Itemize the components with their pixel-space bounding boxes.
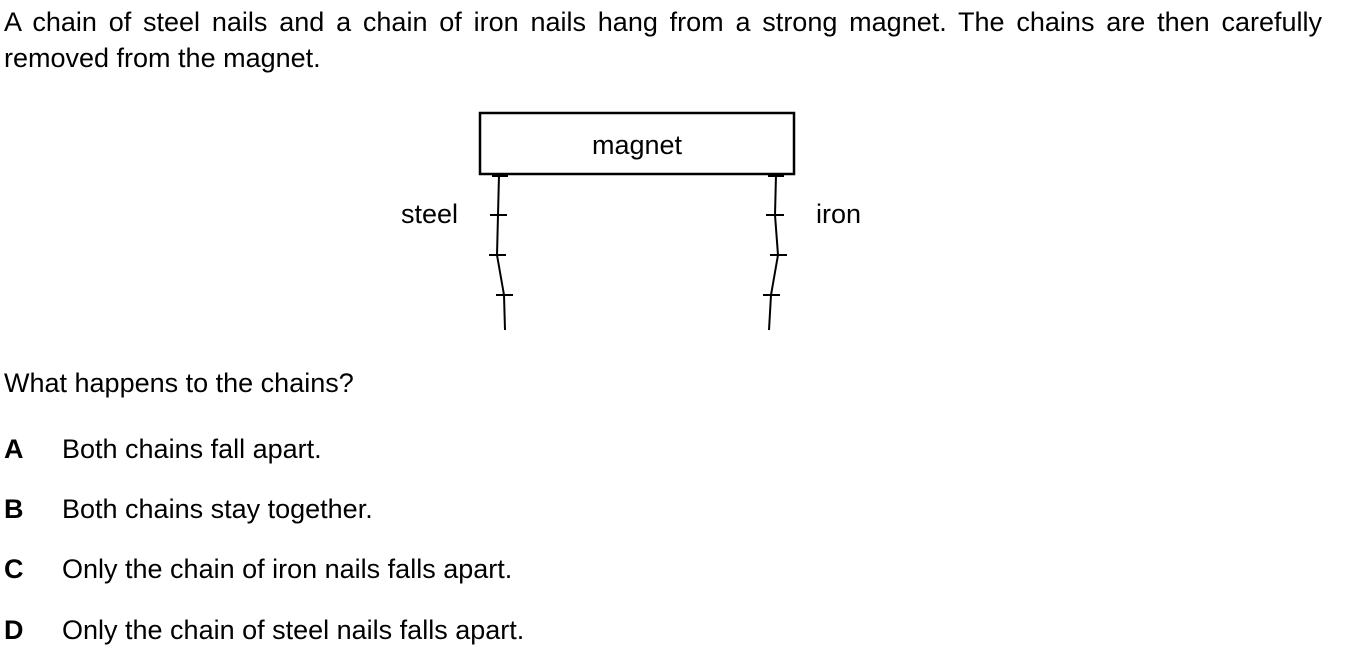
question-stem: A chain of steel nails and a chain of ir… [4,7,1322,73]
magnet-diagram: magnet steel iron [380,105,900,337]
iron-nail-chain [763,173,787,331]
option-letter: A [4,434,24,464]
option-text: Both chains fall apart. [62,434,322,464]
steel-nail-chain [489,173,513,331]
option-text: Only the chain of steel nails falls apar… [62,615,525,645]
question-prompt: What happens to the chains? [4,368,354,398]
magnet-label: magnet [592,130,683,160]
option-text: Both chains stay together. [62,494,373,524]
option-letter: C [4,554,24,584]
steel-label: steel [401,199,458,229]
option-letter: D [4,615,24,645]
iron-label: iron [816,199,861,229]
option-text: Only the chain of iron nails falls apart… [62,554,513,584]
option-letter: B [4,494,24,524]
